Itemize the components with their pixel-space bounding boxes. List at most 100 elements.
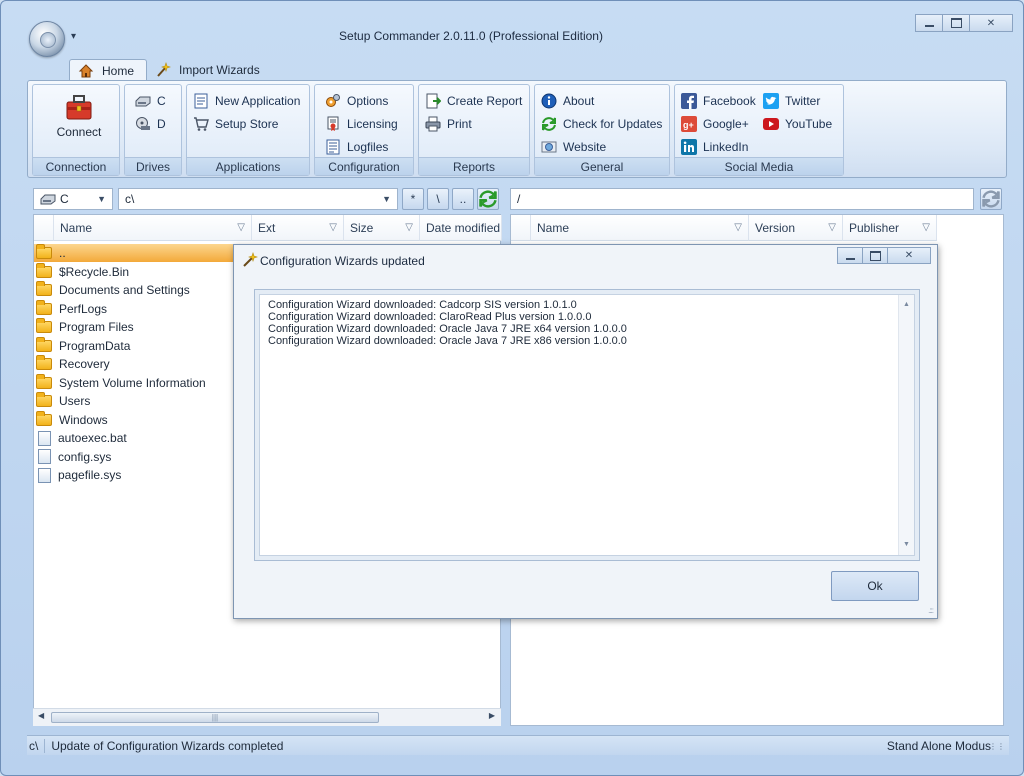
about-button[interactable]: About — [541, 93, 594, 109]
ok-button[interactable]: Ok — [831, 571, 919, 601]
file-row[interactable]: autoexec.bat — [36, 429, 127, 447]
info-icon — [541, 93, 557, 109]
left-refresh-button[interactable] — [477, 188, 499, 210]
refresh-icon — [982, 190, 1000, 208]
dialog-minimize-button[interactable] — [837, 247, 863, 264]
connect-button[interactable]: Connect — [39, 91, 119, 151]
scroll-right-icon[interactable]: ▶ — [489, 711, 495, 720]
filter-icon[interactable]: ▽ — [922, 222, 930, 233]
filter-icon[interactable]: ▽ — [405, 222, 413, 233]
filter-icon[interactable]: ▽ — [734, 222, 742, 233]
twitter-button[interactable]: Twitter — [763, 93, 820, 109]
resize-grip-icon[interactable]: ⋮⋮ — [989, 742, 1005, 751]
drive-c-button[interactable]: C — [135, 93, 166, 109]
log-line: Configuration Wizard downloaded: Oracle … — [268, 335, 627, 347]
facebook-icon — [681, 93, 697, 109]
print-button[interactable]: Print — [425, 116, 472, 132]
file-row[interactable]: Windows — [36, 410, 108, 429]
linkedin-button[interactable]: LinkedIn — [681, 139, 748, 155]
scroll-down-icon[interactable]: ▼ — [903, 539, 910, 551]
file-row[interactable]: $Recycle.Bin — [36, 262, 129, 281]
twitter-icon — [763, 93, 779, 109]
column-selector[interactable] — [511, 215, 531, 241]
left-path-input[interactable]: c\ ▼ — [118, 188, 398, 210]
file-row[interactable]: System Volume Information — [36, 373, 206, 392]
dialog-resize-grip-icon[interactable]: .::: — [928, 606, 934, 615]
refresh-icon — [479, 190, 497, 208]
wand-icon — [243, 252, 258, 267]
file-row[interactable]: config.sys — [36, 448, 111, 466]
right-refresh-button[interactable] — [980, 188, 1002, 210]
filter-root-button[interactable]: \ — [427, 188, 449, 210]
scroll-thumb[interactable]: ||| — [51, 712, 379, 723]
file-name: Windows — [59, 412, 108, 427]
column-app-name[interactable]: Name ▽ — [531, 215, 749, 241]
options-label: Options — [347, 94, 389, 108]
print-label: Print — [447, 117, 472, 131]
column-ext[interactable]: Ext ▽ — [252, 215, 344, 241]
about-label: About — [563, 94, 595, 108]
column-publisher[interactable]: Publisher ▽ — [843, 215, 937, 241]
scroll-up-icon[interactable]: ▲ — [903, 299, 910, 311]
file-row[interactable]: ProgramData — [36, 336, 130, 355]
new-application-button[interactable]: New Application — [193, 93, 300, 109]
youtube-icon — [763, 118, 779, 130]
dialog-close-button[interactable]: ✕ — [887, 247, 931, 264]
log-vertical-scrollbar[interactable]: ▲ ▼ — [898, 295, 914, 555]
filter-icon[interactable]: ▽ — [828, 222, 836, 233]
file-row[interactable]: PerfLogs — [36, 299, 108, 318]
website-button[interactable]: Website — [541, 139, 606, 155]
filter-icon[interactable]: ▽ — [329, 222, 337, 233]
drive-d-button[interactable]: D — [135, 116, 166, 132]
file-row[interactable]: Users — [36, 392, 90, 410]
facebook-button[interactable]: Facebook — [681, 93, 756, 109]
minimize-button[interactable] — [915, 14, 943, 32]
google-plus-label: Google+ — [703, 117, 749, 131]
drive-select-value: C — [60, 192, 69, 206]
column-selector[interactable] — [34, 215, 54, 241]
drive-icon — [135, 96, 151, 107]
filter-up-button[interactable]: .. — [452, 188, 474, 210]
column-date-modified[interactable]: Date modified — [420, 215, 502, 241]
file-row[interactable]: pagefile.sys — [36, 466, 121, 484]
check-updates-button[interactable]: Check for Updates — [541, 116, 662, 132]
create-report-button[interactable]: Create Report — [425, 93, 522, 109]
file-icon — [38, 449, 51, 464]
google-plus-button[interactable]: g+ Google+ — [681, 116, 749, 132]
google-plus-icon: g+ — [681, 116, 697, 132]
column-date-label: Date modified — [426, 220, 501, 235]
folder-icon — [36, 262, 52, 278]
filter-all-button[interactable]: * — [402, 188, 424, 210]
column-size[interactable]: Size ▽ — [344, 215, 420, 241]
maximize-button[interactable] — [942, 14, 970, 32]
options-button[interactable]: Options — [325, 93, 388, 109]
close-button[interactable]: ✕ — [969, 14, 1013, 32]
folder-icon — [36, 281, 52, 296]
scroll-left-icon[interactable]: ◀ — [38, 711, 44, 720]
logfiles-button[interactable]: Logfiles — [325, 139, 388, 155]
log-textarea[interactable]: Configuration Wizard downloaded: Cadcorp… — [259, 294, 915, 556]
file-name: PerfLogs — [59, 301, 108, 316]
filter-icon[interactable]: ▽ — [237, 222, 245, 233]
tab-home[interactable]: Home — [69, 59, 148, 81]
drive-select[interactable]: C ▼ — [33, 188, 113, 210]
group-label-connection: Connection — [33, 157, 119, 175]
column-name[interactable]: Name ▽ — [54, 215, 252, 241]
tab-import-wizards[interactable]: Import Wizards — [147, 59, 272, 81]
right-path-input[interactable]: / — [510, 188, 974, 210]
status-divider — [44, 738, 46, 753]
left-horizontal-scrollbar[interactable]: ◀ ||| ▶ — [33, 708, 501, 726]
tab-home-label: Home — [102, 63, 135, 78]
licensing-button[interactable]: Licensing — [325, 116, 398, 132]
column-version[interactable]: Version ▽ — [749, 215, 843, 241]
status-message: Update of Configuration Wizards complete… — [51, 738, 284, 753]
file-row[interactable]: Documents and Settings — [36, 281, 190, 299]
linkedin-icon — [681, 139, 697, 155]
file-row[interactable]: Recovery — [36, 355, 110, 373]
file-row[interactable]: Program Files — [36, 318, 134, 336]
dialog-maximize-button[interactable] — [862, 247, 888, 264]
setup-store-button[interactable]: Setup Store — [193, 116, 278, 132]
youtube-button[interactable]: YouTube — [763, 116, 832, 132]
certificate-icon — [327, 116, 339, 131]
setup-store-label: Setup Store — [215, 117, 279, 131]
